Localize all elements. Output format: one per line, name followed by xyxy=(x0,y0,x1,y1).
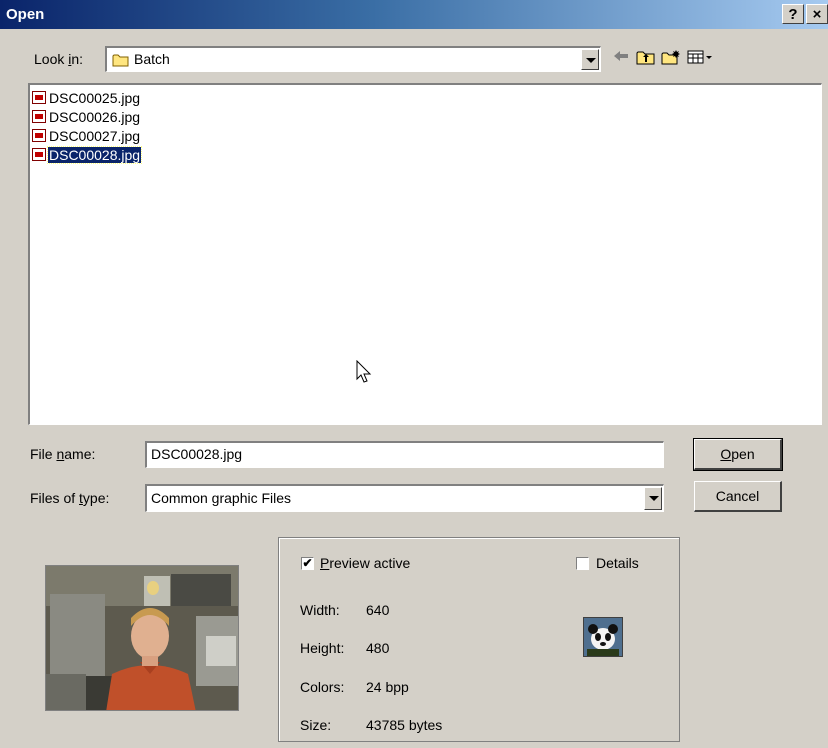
filetype-combo[interactable]: Common graphic Files xyxy=(145,484,664,512)
folder-icon xyxy=(112,54,129,67)
preview-photo xyxy=(46,566,238,710)
image-file-icon xyxy=(32,148,46,161)
filetype-dropdown-arrow[interactable] xyxy=(644,487,662,510)
list-item[interactable]: DSC00027.jpg xyxy=(32,127,141,146)
cancel-button[interactable]: Cancel xyxy=(694,481,782,512)
open-dialog: Open ? × Look in: Batch DSC00025.jpg DSC… xyxy=(0,0,828,748)
width-value: 640 xyxy=(366,602,390,618)
file-list[interactable]: DSC00025.jpg DSC00026.jpg DSC00027.jpg D… xyxy=(28,83,822,425)
open-button-key: O xyxy=(720,446,732,462)
file-name: DSC00027.jpg xyxy=(49,128,141,144)
file-name: DSC00025.jpg xyxy=(49,90,141,106)
filename-label-pre: File xyxy=(30,446,57,462)
filetype-label: Files of type: xyxy=(30,490,109,506)
dialog-title: Open xyxy=(6,6,45,23)
back-icon[interactable] xyxy=(610,49,632,69)
title-bar[interactable]: Open ? × xyxy=(0,0,828,29)
height-label: Height: xyxy=(300,640,345,656)
close-button[interactable]: × xyxy=(806,4,828,24)
lookin-value: Batch xyxy=(134,51,170,67)
colors-label: Colors: xyxy=(300,679,345,695)
colors-value: 24 bpp xyxy=(366,679,409,695)
image-file-icon xyxy=(32,91,46,104)
filename-input[interactable]: DSC00028.jpg xyxy=(145,441,664,468)
filetype-label-pre: Files of xyxy=(30,490,80,506)
height-value: 480 xyxy=(366,640,390,656)
panda-icon xyxy=(583,617,623,657)
lookin-dropdown-arrow[interactable] xyxy=(581,49,599,70)
width-label: Width: xyxy=(300,602,340,618)
image-file-icon xyxy=(32,129,46,142)
details-checkbox[interactable] xyxy=(576,557,589,570)
open-button[interactable]: Open xyxy=(693,438,783,471)
list-item[interactable]: DSC00026.jpg xyxy=(32,108,141,127)
view-menu-icon[interactable] xyxy=(686,49,718,69)
file-name: DSC00028.jpg xyxy=(46,146,143,164)
preview-active-label-rest: review active xyxy=(329,555,411,571)
lookin-combo[interactable]: Batch xyxy=(105,46,601,72)
preview-active-checkbox[interactable]: ✔ xyxy=(301,557,314,570)
filename-label: File name: xyxy=(30,446,95,462)
size-label: Size: xyxy=(300,717,332,733)
lookin-label-post: n: xyxy=(71,51,84,67)
lookin-label: Look in: xyxy=(34,51,83,67)
preview-active-label[interactable]: Preview active xyxy=(320,555,410,571)
help-button[interactable]: ? xyxy=(782,4,804,24)
file-name: DSC00026.jpg xyxy=(49,109,141,125)
up-folder-icon[interactable] xyxy=(635,49,657,69)
mouse-cursor-icon xyxy=(356,360,372,383)
filetype-label-post: ype: xyxy=(82,490,110,506)
preview-active-label-key: P xyxy=(320,555,330,571)
image-preview xyxy=(45,565,239,711)
details-label[interactable]: Details xyxy=(596,555,639,571)
filename-label-post: ame: xyxy=(64,446,96,462)
open-button-rest: pen xyxy=(731,446,755,462)
image-file-icon xyxy=(32,110,46,123)
new-folder-icon[interactable] xyxy=(660,49,682,69)
size-value: 43785 bytes xyxy=(366,717,443,733)
lookin-label-pre: Look xyxy=(34,51,69,67)
list-item[interactable]: DSC00025.jpg xyxy=(32,89,141,108)
filetype-value: Common graphic Files xyxy=(151,490,292,506)
list-item-selected[interactable]: DSC00028.jpg xyxy=(32,146,143,165)
